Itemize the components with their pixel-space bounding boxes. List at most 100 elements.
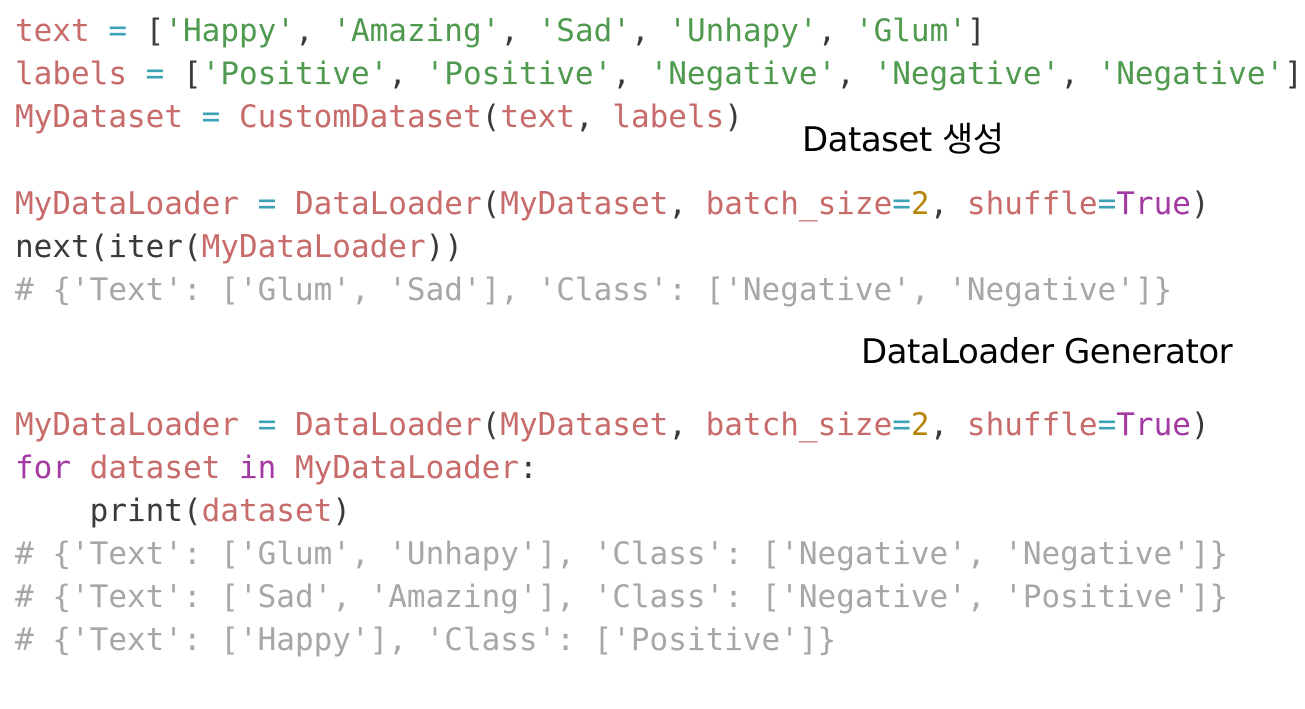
code-line: MyDataset = CustomDataset(text, labels) bbox=[15, 96, 1303, 139]
code-punctuation bbox=[183, 99, 202, 135]
code-block-dataset: text = ['Happy', 'Amazing', 'Sad', 'Unha… bbox=[15, 10, 1303, 139]
code-punctuation: , bbox=[817, 13, 855, 49]
code-identifier: batch_size bbox=[705, 186, 893, 222]
code-punctuation: next(iter( bbox=[15, 229, 202, 265]
code-punctuation: ) bbox=[332, 493, 351, 529]
code-number: 2 bbox=[910, 186, 930, 222]
code-keyword: in bbox=[239, 450, 277, 486]
code-punctuation: ( bbox=[481, 407, 501, 443]
code-identifier: dataset bbox=[201, 493, 333, 529]
code-operator: = bbox=[145, 56, 165, 92]
code-punctuation bbox=[276, 450, 295, 486]
code-identifier: MyDataset bbox=[500, 186, 669, 222]
code-punctuation: , bbox=[836, 56, 874, 92]
code-punctuation bbox=[276, 186, 295, 222]
code-line: for dataset in MyDataLoader: bbox=[15, 447, 1228, 490]
code-line: # {'Text': ['Glum', 'Sad'], 'Class': ['N… bbox=[15, 269, 1210, 312]
code-string: 'Happy' bbox=[164, 13, 295, 49]
code-identifier: dataset bbox=[89, 450, 221, 486]
code-identifier: labels bbox=[612, 99, 725, 135]
code-line: # {'Text': ['Sad', 'Amazing'], 'Class': … bbox=[15, 576, 1228, 619]
code-line: text = ['Happy', 'Amazing', 'Sad', 'Unha… bbox=[15, 10, 1303, 53]
code-line: MyDataLoader = DataLoader(MyDataset, bat… bbox=[15, 183, 1210, 226]
code-line: next(iter(MyDataLoader)) bbox=[15, 226, 1210, 269]
code-string: 'Sad' bbox=[537, 13, 631, 49]
code-keyword: for bbox=[15, 450, 71, 486]
code-comment: # {'Text': ['Glum', 'Sad'], 'Class': ['N… bbox=[15, 272, 1173, 308]
code-punctuation bbox=[276, 407, 295, 443]
code-identifier: CustomDataset bbox=[239, 99, 482, 135]
code-string: 'Positive' bbox=[201, 56, 389, 92]
code-punctuation: , bbox=[574, 99, 613, 135]
code-punctuation: : bbox=[518, 450, 538, 486]
code-keyword: True bbox=[1116, 186, 1191, 222]
code-punctuation bbox=[71, 450, 90, 486]
code-operator: = bbox=[892, 407, 911, 443]
code-punctuation: , bbox=[929, 407, 967, 443]
code-string: 'Negative' bbox=[649, 56, 837, 92]
code-identifier: MyDataLoader bbox=[201, 229, 426, 265]
code-punctuation bbox=[220, 99, 239, 135]
code-identifier: DataLoader bbox=[294, 407, 482, 443]
code-identifier: text bbox=[15, 13, 90, 49]
code-punctuation bbox=[90, 13, 109, 49]
code-identifier: MyDataLoader bbox=[15, 186, 239, 222]
code-line: # {'Text': ['Glum', 'Unhapy'], 'Class': … bbox=[15, 533, 1228, 576]
code-identifier: MyDataLoader bbox=[295, 450, 519, 486]
code-string: 'Positive' bbox=[425, 56, 613, 92]
code-operator: = bbox=[257, 186, 277, 222]
code-comment: # {'Text': ['Happy'], 'Class': ['Positiv… bbox=[15, 622, 837, 658]
code-identifier: DataLoader bbox=[294, 186, 482, 222]
code-punctuation: , bbox=[388, 56, 426, 92]
code-punctuation: ( bbox=[481, 99, 501, 135]
code-keyword: True bbox=[1116, 407, 1191, 443]
code-line: labels = ['Positive', 'Positive', 'Negat… bbox=[15, 53, 1303, 96]
code-punctuation: , bbox=[668, 186, 706, 222]
code-identifier: labels bbox=[15, 56, 127, 92]
code-operator: = bbox=[1097, 407, 1117, 443]
code-punctuation: ) bbox=[1190, 407, 1210, 443]
code-punctuation: [ bbox=[164, 56, 202, 92]
code-identifier: MyDataset bbox=[500, 407, 669, 443]
code-line: MyDataLoader = DataLoader(MyDataset, bat… bbox=[15, 404, 1228, 447]
code-number: 2 bbox=[910, 407, 930, 443]
code-punctuation: ] bbox=[966, 13, 986, 49]
code-operator: = bbox=[108, 13, 127, 49]
code-punctuation: ) bbox=[1190, 186, 1210, 222]
code-line: # {'Text': ['Happy'], 'Class': ['Positiv… bbox=[15, 619, 1228, 662]
code-punctuation: ( bbox=[481, 186, 501, 222]
code-punctuation: , bbox=[668, 407, 706, 443]
code-operator: = bbox=[257, 407, 277, 443]
code-string: 'Negative' bbox=[873, 56, 1061, 92]
code-punctuation: , bbox=[1060, 56, 1098, 92]
code-string: 'Glum' bbox=[854, 13, 967, 49]
code-identifier: text bbox=[500, 99, 575, 135]
code-punctuation: ] bbox=[1284, 56, 1303, 92]
code-identifier: MyDataset bbox=[15, 99, 183, 135]
code-punctuation: , bbox=[294, 13, 333, 49]
code-punctuation bbox=[239, 407, 258, 443]
code-identifier: batch_size bbox=[705, 407, 893, 443]
code-operator: = bbox=[892, 186, 911, 222]
code-punctuation: , bbox=[500, 13, 538, 49]
code-string: 'Unhapy' bbox=[668, 13, 818, 49]
dataset-caption: Dataset 생성 bbox=[802, 120, 1004, 160]
code-punctuation: , bbox=[630, 13, 669, 49]
code-punctuation bbox=[220, 450, 239, 486]
code-identifier: MyDataLoader bbox=[15, 407, 239, 443]
code-block-next-iter: MyDataLoader = DataLoader(MyDataset, bat… bbox=[15, 183, 1210, 312]
code-punctuation: [ bbox=[127, 13, 165, 49]
code-punctuation bbox=[239, 186, 258, 222]
code-punctuation: , bbox=[612, 56, 650, 92]
code-punctuation: ) bbox=[724, 99, 743, 135]
code-identifier: shuffle bbox=[966, 407, 1098, 443]
code-punctuation bbox=[127, 56, 146, 92]
generator-caption: DataLoader Generator bbox=[861, 332, 1233, 372]
code-string: 'Negative' bbox=[1097, 56, 1285, 92]
code-comment: # {'Text': ['Glum', 'Unhapy'], 'Class': … bbox=[15, 536, 1229, 572]
code-punctuation: , bbox=[929, 186, 967, 222]
code-block-for-loop: MyDataLoader = DataLoader(MyDataset, bat… bbox=[15, 404, 1228, 662]
code-punctuation: print( bbox=[15, 493, 202, 529]
code-identifier: shuffle bbox=[966, 186, 1098, 222]
code-comment: # {'Text': ['Sad', 'Amazing'], 'Class': … bbox=[15, 579, 1229, 615]
